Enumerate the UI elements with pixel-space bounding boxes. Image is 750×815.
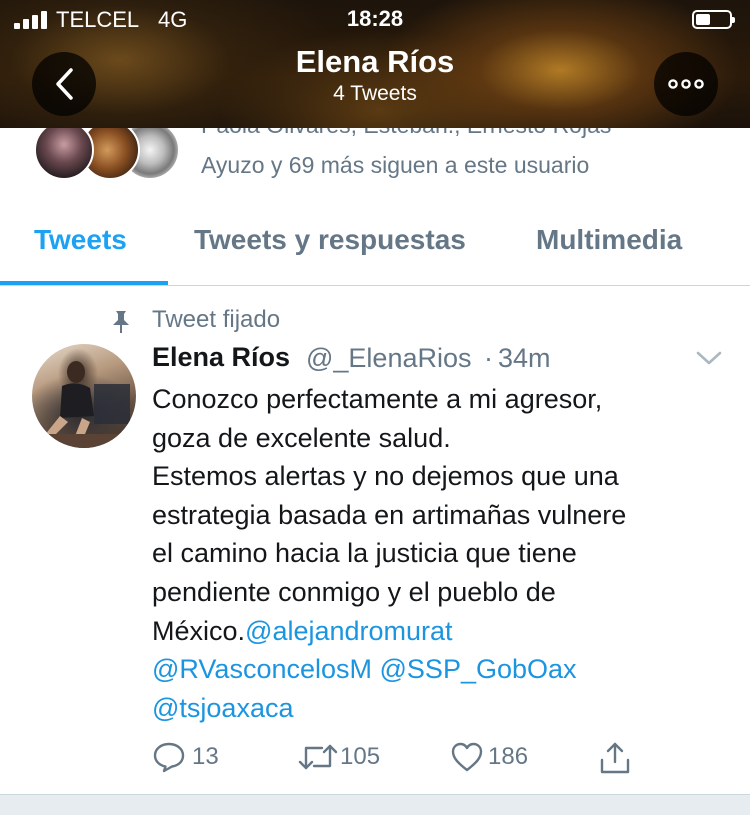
- mention-link[interactable]: @SSP_GobOax: [380, 654, 577, 684]
- followers-summary: Ayuzo y 69 más siguen a este usuario: [201, 152, 590, 178]
- followers-names: Paola Olivares, Esteban., Ernesto Rojas: [201, 128, 611, 139]
- tweet-line: @RVasconcelosM @SSP_GobOax: [152, 650, 732, 689]
- battery-icon: [692, 10, 735, 29]
- avatar: [34, 128, 94, 180]
- meta-separator: ·: [484, 343, 493, 373]
- retweet-icon: [298, 744, 338, 770]
- mention-link[interactable]: @RVasconcelosM: [152, 654, 372, 684]
- pin-icon: [113, 311, 129, 333]
- tweet-timestamp[interactable]: 34m: [498, 343, 551, 374]
- tweet-line: pendiente conmigo y el pueblo de: [152, 576, 556, 607]
- status-time: 18:28: [346, 6, 404, 31]
- more-options-button[interactable]: [654, 52, 718, 116]
- like-button[interactable]: 186: [450, 740, 540, 776]
- battery-level: [696, 14, 710, 25]
- tweet-count: 4 Tweets: [333, 82, 417, 105]
- reply-button[interactable]: 13: [152, 740, 232, 776]
- avatar[interactable]: [32, 344, 136, 448]
- retweet-count: 105: [340, 743, 381, 770]
- tweet-author-name[interactable]: Elena Ríos: [152, 342, 290, 373]
- timeline-separator: [0, 794, 750, 815]
- mention-link[interactable]: @alejandromurat: [245, 616, 453, 646]
- reply-icon: [153, 742, 185, 773]
- profile-tabs: Tweets Tweets y respuestas Multimedia: [0, 200, 750, 286]
- tweet-author-handle[interactable]: @_ElenaRios: [306, 343, 472, 374]
- follower-avatars: [34, 128, 184, 184]
- like-count: 186: [488, 743, 529, 770]
- pinned-label: Tweet fijado: [152, 306, 281, 333]
- profile-name: Elena Ríos: [295, 44, 455, 79]
- tab-tweets-replies[interactable]: Tweets y respuestas: [194, 224, 466, 256]
- tab-media[interactable]: Multimedia: [536, 224, 682, 256]
- heart-icon: [451, 742, 483, 772]
- tweet-line: Conozco perfectamente a mi agresor,: [152, 384, 603, 414]
- mention-link[interactable]: @tsjoaxaca: [152, 693, 293, 723]
- status-bar: TELCEL 4G 18:28: [0, 0, 750, 40]
- tweet-line: @tsjoaxaca: [152, 689, 732, 728]
- active-tab-indicator: [0, 281, 168, 285]
- tweet-line: goza de excelente salud.: [152, 422, 451, 453]
- tweet-line: el camino hacia la justicia que tiene: [152, 538, 577, 569]
- tweet-line: estrategia basada en artimañas vulnere: [152, 499, 627, 530]
- tweet-text-fragment: México.: [152, 615, 246, 646]
- share-icon: [600, 742, 630, 774]
- more-horizontal-icon: [668, 79, 704, 89]
- chevron-down-icon[interactable]: [694, 348, 724, 368]
- retweet-button[interactable]: 105: [298, 740, 398, 776]
- tweet-body: Conozco perfectamente a mi agresor, goza…: [152, 380, 732, 727]
- profile-photo: [32, 361, 136, 448]
- tab-tweets[interactable]: Tweets: [34, 224, 127, 256]
- followed-by-section[interactable]: Paola Olivares, Esteban., Ernesto Rojas …: [0, 128, 750, 200]
- profile-header: TELCEL 4G 18:28 Elena Ríos 4 Tweets: [0, 0, 750, 128]
- reply-count: 13: [192, 743, 219, 770]
- share-button[interactable]: [598, 740, 634, 776]
- tweet-line: Estemos alertas y no dejemos que una: [152, 461, 619, 492]
- tweet-line: México.@alejandromurat: [152, 612, 732, 651]
